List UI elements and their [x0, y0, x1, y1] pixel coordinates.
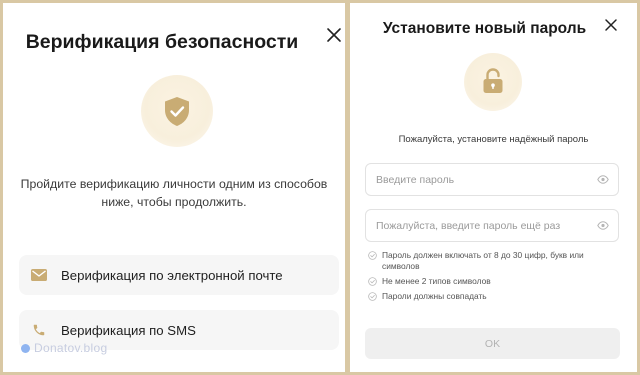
security-verification-dialog: Верификация безопасности Пройдите верифи… [3, 3, 345, 372]
rule-item: Не менее 2 типов символов [368, 276, 618, 287]
verification-description: Пройдите верификацию личности одним из с… [20, 177, 328, 209]
confirm-password-input[interactable] [376, 219, 576, 232]
lock-badge [464, 53, 522, 111]
watermark-text: Donatov.blog [34, 341, 108, 355]
phone-icon [30, 323, 48, 337]
email-verification-option[interactable]: Верификация по электронной почте [19, 255, 339, 295]
dialog-title: Установите новый пароль [382, 20, 587, 37]
close-icon[interactable] [326, 27, 342, 43]
dialog-title: Верификация безопасности [25, 31, 299, 53]
shield-check-icon [165, 97, 189, 126]
password-input[interactable] [376, 173, 576, 186]
ok-button[interactable]: OK [365, 328, 620, 359]
check-circle-icon [368, 251, 377, 260]
rule-text: Пароль должен включать от 8 до 30 цифр, … [382, 250, 584, 271]
watermark-dot-icon [21, 343, 30, 353]
set-new-password-dialog: Установите новый пароль Пожалуйста, уста… [350, 3, 637, 372]
lock-open-icon [483, 68, 503, 93]
option-label: Верификация по электронной почте [61, 267, 283, 283]
rule-text: Пароли должны совпадать [382, 291, 487, 301]
close-icon[interactable] [604, 18, 618, 32]
option-label: Верификация по SMS [61, 322, 196, 338]
check-circle-icon [368, 277, 377, 286]
eye-icon[interactable] [597, 220, 609, 231]
rule-item: Пароли должны совпадать [368, 291, 618, 302]
eye-icon[interactable] [597, 174, 609, 185]
shield-badge [141, 75, 213, 147]
password-field[interactable] [365, 163, 619, 196]
confirm-password-field[interactable] [365, 209, 619, 242]
check-circle-icon [368, 292, 377, 301]
rule-text: Не менее 2 типов символов [382, 276, 491, 286]
watermark: Donatov.blog [21, 341, 107, 355]
rule-item: Пароль должен включать от 8 до 30 цифр, … [368, 250, 618, 272]
password-rules: Пароль должен включать от 8 до 30 цифр, … [368, 250, 618, 306]
password-description: Пожалуйста, установите надёжный пароль [398, 134, 589, 145]
mail-icon [30, 269, 48, 281]
